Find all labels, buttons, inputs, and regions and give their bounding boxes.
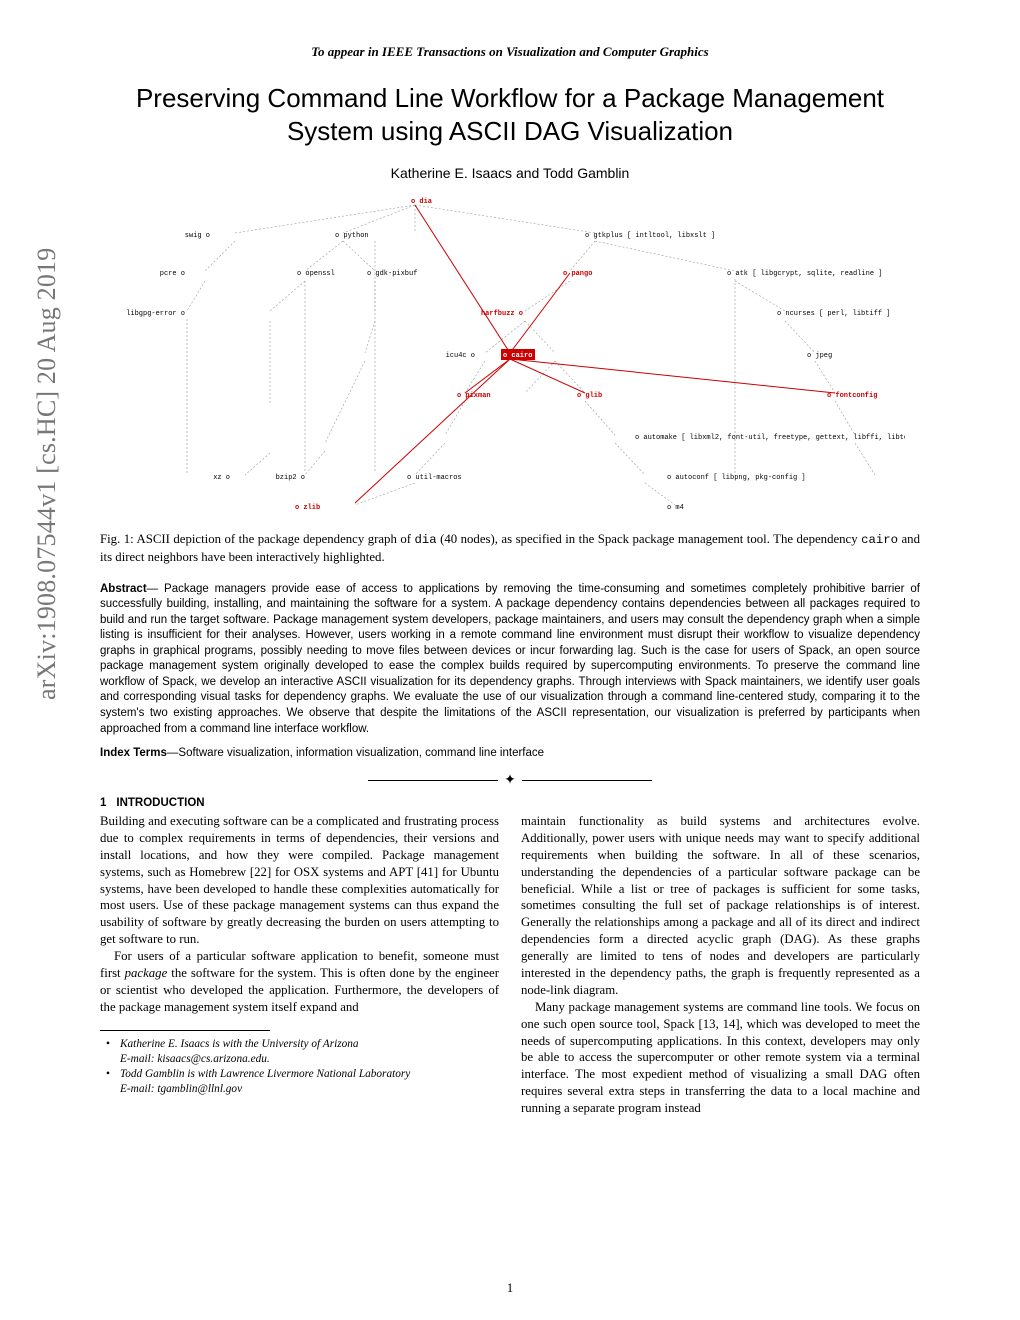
node-pixman: o pixman [457,392,491,400]
node-utilmacros: o util-macros [407,474,462,482]
node-xz: xz o [213,474,230,482]
index-terms: Index Terms—Software visualization, info… [100,747,920,759]
node-fontconfig: o fontconfig [827,392,877,400]
intro-p3: maintain functionality as build systems … [521,813,920,999]
intro-p4: Many package management systems are comm… [521,999,920,1117]
abstract: Abstract— Package managers provide ease … [100,582,920,737]
node-autoconf: o autoconf [ libpng, pkg-config ] [667,474,806,482]
figure-1: o dia swig o o python o gtkplus [ intlto… [100,193,920,523]
node-ncurses: o ncurses [ perl, libtiff ] [777,310,890,318]
paper-title: Preserving Command Line Workflow for a P… [110,82,910,147]
node-zlib: o zlib [295,504,320,512]
figure-caption: Fig. 1: ASCII depiction of the package d… [100,531,920,566]
intro-p1: Building and executing software can be a… [100,813,499,948]
node-libgpg: libgpg-error o [126,310,185,318]
arxiv-watermark: arXiv:1908.07544v1 [cs.HC] 20 Aug 2019 [32,248,62,700]
section-1-heading: 1INTRODUCTION [100,797,920,809]
node-m4: o m4 [667,504,684,512]
section-divider: ✦ [100,771,920,785]
node-python: o python [335,232,369,240]
node-pango: o pango [563,270,592,278]
node-cairo: o cairo [503,352,532,360]
affiliation-2: •Todd Gamblin is with Lawrence Livermore… [100,1067,499,1098]
node-swig: swig o [185,232,210,240]
node-dia: o dia [411,198,433,206]
node-bzip2: bzip2 o [276,474,305,482]
diamond-icon: ✦ [504,772,516,789]
node-harfbuzz: harfbuzz o [481,310,523,318]
node-gtkplus: o gtkplus [ intltool, libxslt ] [585,232,715,240]
footnote-rule [100,1030,270,1031]
intro-p2: For users of a particular software appli… [100,948,499,1016]
venue-line: To appear in IEEE Transactions on Visual… [100,44,920,60]
node-icu4c: icu4c o [446,352,475,360]
node-glib: o glib [577,392,602,400]
node-jpeg: o jpeg [807,352,832,360]
body-columns: Building and executing software can be a… [100,813,920,1117]
node-atk: o atk [ libgcrypt, sqlite, readline ] [727,270,882,278]
node-automake: o automake [ libxml2, font-util, freetyp… [635,434,905,442]
node-openssl: o openssl [297,270,335,278]
affiliation-1: •Katherine E. Isaacs is with the Univers… [100,1037,499,1068]
page-number: 1 [0,1281,1020,1296]
authors: Katherine E. Isaacs and Todd Gamblin [100,165,920,181]
node-gdkpixbuf: o gdk-pixbuf [367,270,417,278]
node-pcre: pcre o [160,270,185,278]
